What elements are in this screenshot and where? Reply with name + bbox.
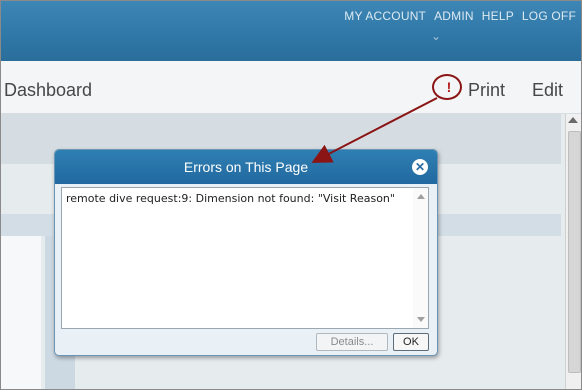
scroll-up-icon[interactable]: [417, 194, 425, 199]
error-message: remote dive request:9: Dimension not fou…: [66, 192, 395, 205]
error-alert-icon[interactable]: !: [442, 79, 456, 95]
message-scrollbar[interactable]: [413, 188, 428, 328]
dashboard-panel: [1, 236, 41, 389]
app-window: MY ACCOUNT ADMIN HELP LOG OFF ⌄ Dashboar…: [0, 0, 582, 390]
my-account-link[interactable]: MY ACCOUNT: [344, 9, 426, 23]
page-scrollbar[interactable]: [565, 114, 581, 389]
log-off-link[interactable]: LOG OFF: [522, 9, 576, 23]
account-links: MY ACCOUNT ADMIN HELP LOG OFF: [344, 9, 576, 23]
ok-button[interactable]: OK: [393, 333, 429, 351]
scroll-down-icon[interactable]: [417, 317, 425, 322]
chevron-down-icon[interactable]: ⌄: [431, 29, 441, 43]
print-button[interactable]: Print: [468, 80, 505, 101]
dialog-title: Errors on This Page: [55, 150, 437, 184]
errors-dialog: Errors on This Page ✕ remote dive reques…: [54, 149, 438, 356]
page-title: Dashboard: [4, 80, 93, 100]
admin-link[interactable]: ADMIN: [434, 9, 474, 23]
top-header: MY ACCOUNT ADMIN HELP LOG OFF ⌄: [1, 1, 581, 61]
edit-button[interactable]: Edit: [532, 80, 563, 101]
dashboard-toolbar: Dashboard ! Print Edit: [1, 61, 581, 114]
help-link[interactable]: HELP: [482, 9, 514, 23]
error-message-box[interactable]: remote dive request:9: Dimension not fou…: [61, 187, 429, 329]
scrollbar-thumb[interactable]: [568, 131, 581, 373]
details-button: Details...: [316, 333, 388, 351]
close-icon[interactable]: ✕: [412, 159, 428, 175]
scroll-up-icon[interactable]: [568, 117, 578, 123]
